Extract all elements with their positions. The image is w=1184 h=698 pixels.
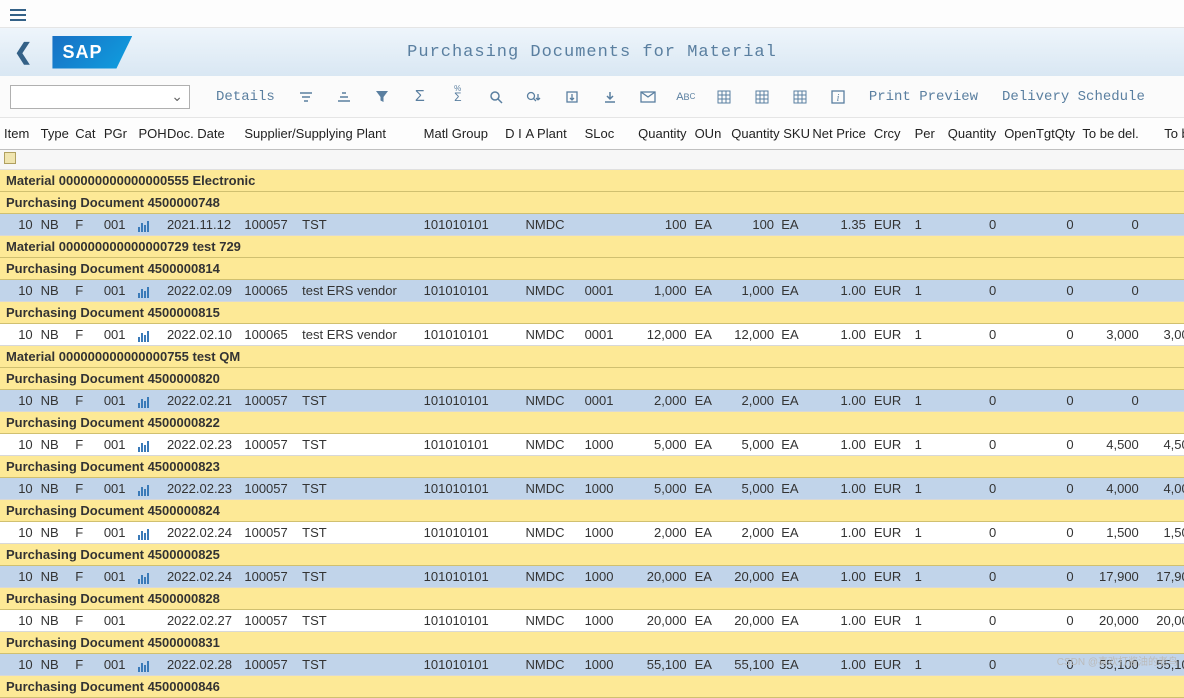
table-row[interactable]: 10NBF0012022.02.24100057 TST101010101NMD…	[0, 522, 1184, 544]
info-icon[interactable]: i	[821, 83, 855, 111]
chart-icon[interactable]	[138, 327, 150, 342]
grid2-icon[interactable]	[745, 83, 779, 111]
watermark: CSDN @喜欢打酱油的老鸟	[1057, 653, 1178, 668]
col-aplant[interactable]: A Plant	[521, 118, 580, 150]
table-row[interactable]: 10NBF0012022.02.24100057 TST101010101NMD…	[0, 566, 1184, 588]
col-quantity-sku[interactable]: Quantity SKU	[727, 118, 802, 150]
toolbar: Details Σ Σ% ABC i Print Preview Deliver…	[0, 76, 1184, 118]
filter-icon[interactable]	[365, 83, 399, 111]
sap-logo: SAP	[52, 36, 132, 69]
page-title: Purchasing Documents for Material	[407, 43, 777, 62]
po-group-row[interactable]: Purchasing Document 4500000820	[0, 368, 1184, 390]
table-row[interactable]: 10NBF0012022.02.23100057 TST101010101NMD…	[0, 434, 1184, 456]
chart-icon[interactable]	[138, 217, 150, 232]
table-row[interactable]: 10NBF0012021.11.12100057 TST101010101NMD…	[0, 214, 1184, 236]
marker-row	[0, 150, 1184, 170]
header-bar: ❮ SAP Purchasing Documents for Material	[0, 28, 1184, 76]
col-pgr[interactable]: PGr	[100, 118, 135, 150]
subtotal-icon[interactable]: Σ%	[441, 83, 475, 111]
table-row[interactable]: 10NBF0012022.02.27100057 TST101010101NMD…	[0, 610, 1184, 632]
po-group-row[interactable]: Purchasing Document 4500000846	[0, 676, 1184, 698]
col-net-price[interactable]: Net Price	[803, 118, 870, 150]
col-tobedel[interactable]: To be del.	[1078, 118, 1143, 150]
grid3-icon[interactable]	[783, 83, 817, 111]
report-table-container: Item Type Cat PGr POH Doc. Date Supplier…	[0, 118, 1184, 698]
layout-dropdown[interactable]	[10, 85, 190, 109]
material-group-row[interactable]: Material 000000000000000555 Electronic	[0, 170, 1184, 192]
find-icon[interactable]	[479, 83, 513, 111]
svg-text:i: i	[836, 93, 839, 104]
col-quantity[interactable]: Quantity	[629, 118, 690, 150]
chart-icon[interactable]	[138, 437, 150, 452]
details-button[interactable]: Details	[206, 83, 285, 111]
report-table: Item Type Cat PGr POH Doc. Date Supplier…	[0, 118, 1184, 698]
po-group-row[interactable]: Purchasing Document 4500000822	[0, 412, 1184, 434]
table-row[interactable]: 10NBF0012022.02.23100057 TST101010101NMD…	[0, 478, 1184, 500]
table-header-row: Item Type Cat PGr POH Doc. Date Supplier…	[0, 118, 1184, 150]
find-next-icon[interactable]	[517, 83, 551, 111]
sort-asc-icon[interactable]	[289, 83, 323, 111]
col-tobe[interactable]: To be	[1143, 118, 1184, 150]
menu-icon[interactable]	[10, 9, 1174, 21]
col-cat[interactable]: Cat	[71, 118, 100, 150]
sum-icon[interactable]: Σ	[403, 83, 437, 111]
material-group-row[interactable]: Material 000000000000000729 test 729	[0, 236, 1184, 258]
marker-icon	[4, 152, 16, 164]
chart-icon[interactable]	[138, 481, 150, 496]
table-row[interactable]: 10NBF0012022.02.21100057 TST101010101NMD…	[0, 390, 1184, 412]
abc-icon[interactable]: ABC	[669, 83, 703, 111]
col-type[interactable]: Type	[37, 118, 72, 150]
chart-icon[interactable]	[138, 525, 150, 540]
col-opentgt[interactable]: OpenTgtQty	[1000, 118, 1077, 150]
sort-desc-icon[interactable]	[327, 83, 361, 111]
col-di[interactable]: D I	[501, 118, 521, 150]
back-button[interactable]: ❮	[14, 39, 32, 65]
po-group-row[interactable]: Purchasing Document 4500000823	[0, 456, 1184, 478]
print-preview-button[interactable]: Print Preview	[859, 83, 988, 111]
col-poh[interactable]: POH	[134, 118, 163, 150]
col-sloc[interactable]: SLoc	[581, 118, 630, 150]
table-row[interactable]: 10NBF0012022.02.10100065 test ERS vendor…	[0, 324, 1184, 346]
material-group-row[interactable]: Material 000000000000000755 test QM	[0, 346, 1184, 368]
po-group-row[interactable]: Purchasing Document 4500000815	[0, 302, 1184, 324]
col-item[interactable]: Item	[0, 118, 37, 150]
top-menu-bar	[0, 0, 1184, 28]
po-group-row[interactable]: Purchasing Document 4500000814	[0, 258, 1184, 280]
po-group-row[interactable]: Purchasing Document 4500000828	[0, 588, 1184, 610]
delivery-schedule-button[interactable]: Delivery Schedule	[992, 83, 1155, 111]
col-matl-group[interactable]: Matl Group	[420, 118, 501, 150]
chart-icon[interactable]	[138, 657, 150, 672]
po-group-row[interactable]: Purchasing Document 4500000824	[0, 500, 1184, 522]
col-crcy[interactable]: Crcy	[870, 118, 911, 150]
chart-icon[interactable]	[138, 393, 150, 408]
col-per[interactable]: Per	[911, 118, 940, 150]
table-row[interactable]: 10NBF0012022.02.09100065 test ERS vendor…	[0, 280, 1184, 302]
col-quantity2[interactable]: Quantity	[939, 118, 1000, 150]
col-oun[interactable]: OUn	[691, 118, 728, 150]
po-group-row[interactable]: Purchasing Document 4500000831	[0, 632, 1184, 654]
table-row[interactable]: 10NBF0012022.02.28100057 TST101010101NMD…	[0, 654, 1184, 676]
download-icon[interactable]	[593, 83, 627, 111]
po-group-row[interactable]: Purchasing Document 4500000748	[0, 192, 1184, 214]
export-icon[interactable]	[555, 83, 589, 111]
po-group-row[interactable]: Purchasing Document 4500000825	[0, 544, 1184, 566]
chart-icon[interactable]	[138, 569, 150, 584]
col-supplier[interactable]: Supplier/Supplying Plant	[240, 118, 419, 150]
col-doc-date[interactable]: Doc. Date	[163, 118, 240, 150]
chart-icon[interactable]	[138, 283, 150, 298]
grid1-icon[interactable]	[707, 83, 741, 111]
mail-icon[interactable]	[631, 83, 665, 111]
